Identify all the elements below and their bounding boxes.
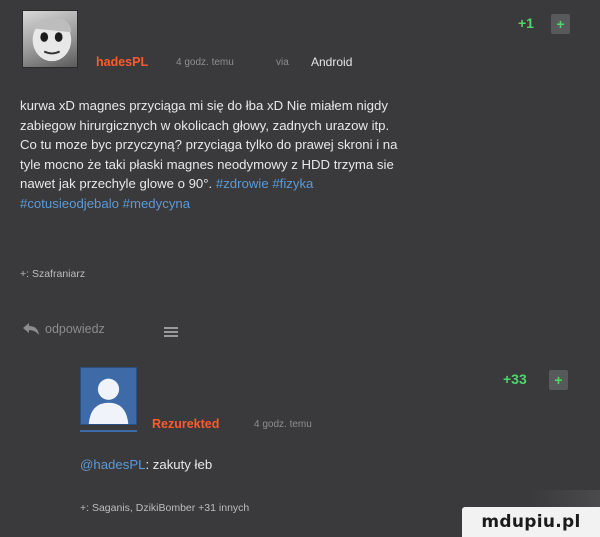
reply-label: odpowiedz: [45, 322, 105, 336]
voters-list[interactable]: +: Szafraniarz: [20, 268, 85, 280]
post-body-line: Co tu moze byc przyczyną? przyciąga tylk…: [20, 137, 398, 152]
post-body: @hadesPL: zakuty łeb: [80, 457, 212, 472]
avatar-underline: [80, 430, 137, 432]
user-mention[interactable]: @hadesPL: [80, 457, 145, 472]
post-body-line: tyle mocno że taki płaski magnes neodymo…: [20, 156, 394, 172]
tag-link[interactable]: #cotusieodjebalo: [20, 196, 119, 211]
post-author[interactable]: Rezurekted: [152, 417, 219, 431]
post-timestamp: 4 godz. temu: [176, 57, 234, 68]
post-body-line: zabiegow hirurgicznych w okolicach głowy…: [20, 117, 390, 133]
tag-link[interactable]: #medycyna: [123, 196, 190, 211]
post-body-line: kurwa xD magnes przyciąga mi się do łba …: [20, 98, 388, 113]
post-body-line: #cotusieodjebalo #medycyna: [20, 194, 580, 214]
avatar-hadespl[interactable]: [22, 10, 78, 68]
tag-link[interactable]: #fizyka: [272, 176, 313, 191]
voters-list[interactable]: +: Saganis, DzikiBomber +31 innych: [80, 502, 249, 514]
upvote-button[interactable]: +: [551, 14, 570, 34]
reply-button[interactable]: odpowiedz: [22, 322, 105, 336]
post-body-text: : zakuty łeb: [145, 457, 213, 472]
avatar-rezurekted[interactable]: [80, 367, 137, 425]
reply-arrow-icon: [23, 323, 39, 335]
cartoon-face-icon: [32, 17, 72, 62]
watermark-text: mdupiu.pl: [481, 512, 581, 532]
post-author[interactable]: hadesPL: [96, 55, 148, 69]
upvote-button[interactable]: +: [549, 370, 568, 390]
post-platform: Android: [311, 55, 353, 69]
post-body-text: nawet jak przechyle glowe o 90°.: [20, 176, 216, 191]
vote-count: +33: [503, 371, 527, 387]
site-watermark: mdupiu.pl: [462, 507, 600, 537]
post-body-line: nawet jak przechyle glowe o 90°. #zdrowi…: [20, 174, 580, 194]
vote-count: +1: [518, 15, 534, 31]
default-user-icon: [88, 378, 129, 424]
hamburger-menu-icon[interactable]: [164, 327, 178, 337]
post-via-label: via: [276, 57, 289, 68]
post-timestamp: 4 godz. temu: [254, 419, 312, 430]
post-body: kurwa xD magnes przyciąga mi się do łba …: [20, 96, 580, 213]
tag-link[interactable]: #zdrowie: [216, 176, 269, 191]
